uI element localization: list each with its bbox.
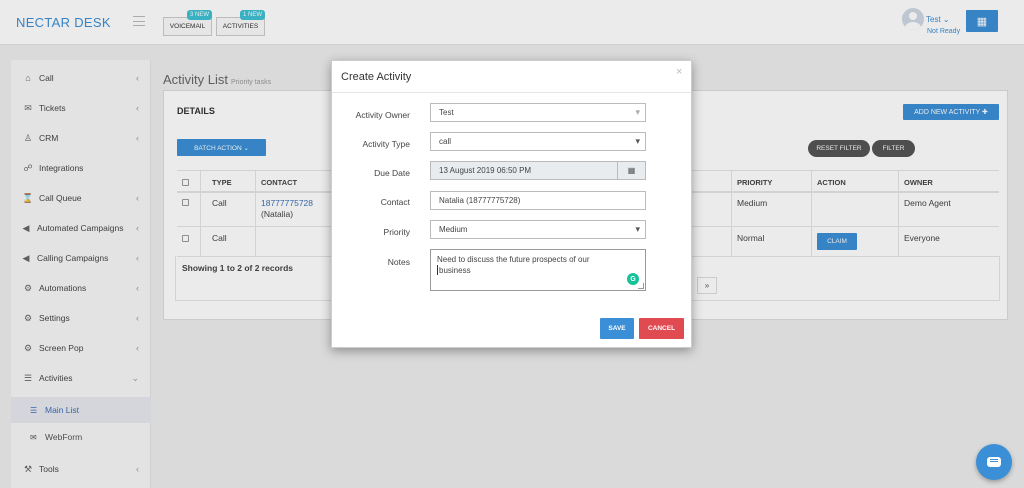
activity-owner-select[interactable]: Test xyxy=(430,103,646,122)
cancel-button[interactable]: CANCEL xyxy=(639,318,684,339)
contact-value: Natalia (18777775728) xyxy=(439,196,521,205)
chat-button[interactable] xyxy=(976,444,1012,480)
activity-type-value: call xyxy=(439,137,452,146)
priority-value: Medium xyxy=(439,225,468,234)
notes-line: business xyxy=(439,266,471,275)
notes-line: Need to discuss the future prospects of … xyxy=(437,255,590,264)
activity-type-select[interactable]: call xyxy=(430,132,646,151)
chat-bubble-icon xyxy=(987,457,1001,467)
resize-handle-icon[interactable] xyxy=(638,283,644,289)
create-activity-modal: Create Activity × Activity Owner Test Ac… xyxy=(331,60,692,348)
activity-owner-label: Activity Owner xyxy=(355,110,410,120)
text-caret xyxy=(437,265,438,275)
priority-label: Priority xyxy=(383,227,410,237)
due-date-value: 13 August 2019 06:50 PM xyxy=(439,166,532,175)
notes-line-2: business xyxy=(437,265,639,276)
calendar-icon[interactable]: ▦ xyxy=(618,161,646,180)
close-icon[interactable]: × xyxy=(676,66,682,78)
modal-divider xyxy=(332,92,691,93)
notes-label: Notes xyxy=(387,257,410,267)
contact-label: Contact xyxy=(380,197,410,207)
save-button[interactable]: SAVE xyxy=(600,318,634,339)
notes-textarea[interactable]: Need to discuss the future prospects of … xyxy=(430,249,646,291)
priority-select[interactable]: Medium xyxy=(430,220,646,239)
activity-owner-value: Test xyxy=(439,108,454,117)
activity-type-label: Activity Type xyxy=(362,139,410,149)
contact-input[interactable]: Natalia (18777775728) xyxy=(430,191,646,210)
due-date-label: Due Date xyxy=(374,168,410,178)
modal-title: Create Activity xyxy=(341,71,412,83)
due-date-input[interactable]: 13 August 2019 06:50 PM xyxy=(430,161,618,180)
